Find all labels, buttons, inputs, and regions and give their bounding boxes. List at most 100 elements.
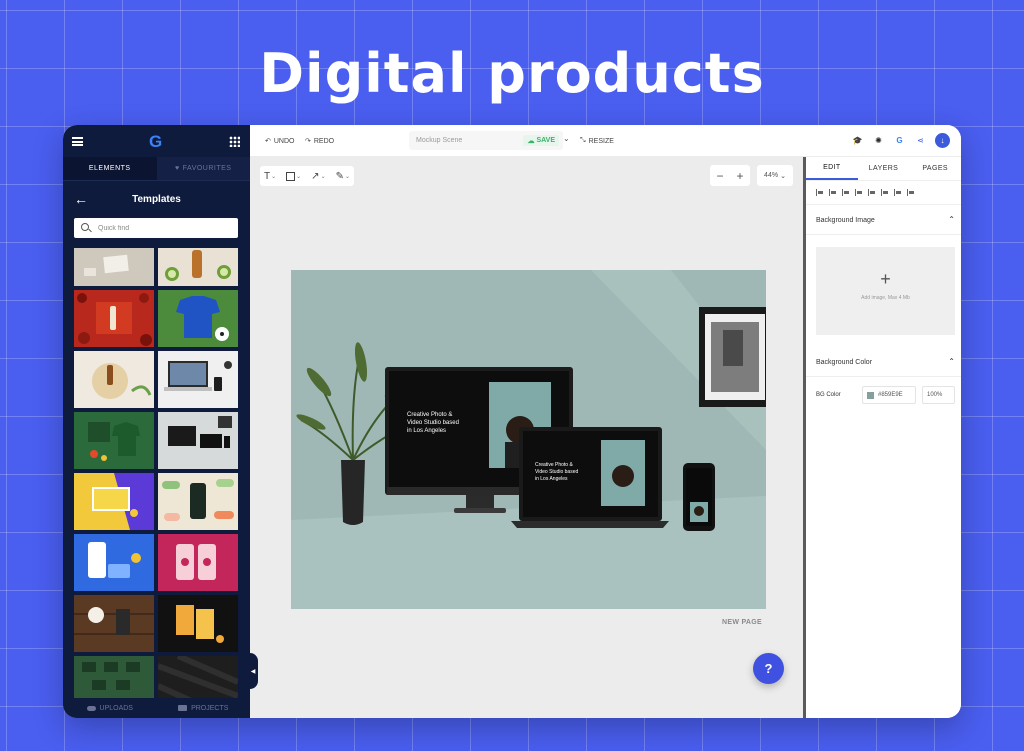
save-options-chevron-icon[interactable]: ⌄ bbox=[563, 134, 570, 143]
undo-label: UNDO bbox=[273, 137, 295, 145]
align-bottom-icon[interactable] bbox=[881, 189, 888, 196]
google-drive-icon[interactable]: G bbox=[893, 134, 906, 147]
monitor-headline-3: in Los Angeles bbox=[407, 428, 446, 434]
template-thumb[interactable] bbox=[74, 656, 154, 698]
template-thumb[interactable] bbox=[74, 248, 154, 286]
tab-edit[interactable]: EDIT bbox=[806, 157, 858, 180]
template-thumb[interactable] bbox=[158, 412, 238, 469]
redo-button[interactable]: ↷ REDO bbox=[305, 137, 335, 146]
template-thumb[interactable] bbox=[158, 351, 238, 408]
resize-button[interactable]: ⤡ RESIZE bbox=[580, 137, 614, 145]
collapse-left-panel-chevron-icon[interactable]: ◀ bbox=[248, 653, 258, 689]
search-icon bbox=[81, 223, 89, 231]
align-left-icon[interactable] bbox=[816, 189, 823, 196]
zoom-level-value: 44% bbox=[764, 172, 779, 179]
bg-color-input[interactable]: #859E9E bbox=[862, 386, 916, 404]
tab-uploads[interactable]: UPLOADS bbox=[63, 698, 157, 718]
share-icon[interactable]: ⋖ bbox=[914, 134, 927, 147]
text-tool-icon: T bbox=[264, 170, 271, 182]
tab-elements[interactable]: ELEMENTS bbox=[63, 157, 157, 180]
left-panel-top: G bbox=[63, 125, 250, 157]
bug-icon[interactable]: ✺ bbox=[872, 134, 885, 147]
scene-name-text: Mockup Scene bbox=[416, 137, 463, 144]
template-thumb[interactable] bbox=[74, 595, 154, 652]
search-input[interactable] bbox=[98, 218, 233, 238]
template-thumb[interactable] bbox=[74, 473, 154, 530]
chevron-down-icon: ⌄ bbox=[320, 173, 326, 180]
laptop-headline-3: in Los Angeles bbox=[535, 476, 568, 482]
left-panel-bottom-tabs: UPLOADS PROJECTS bbox=[63, 698, 250, 718]
right-panel: EDIT LAYERS PAGES Background Image ⌃ + A… bbox=[806, 157, 961, 718]
chevron-up-icon: ⌃ bbox=[948, 357, 955, 366]
shape-tool[interactable]: ⌄ bbox=[286, 171, 301, 181]
template-thumb[interactable] bbox=[158, 656, 238, 698]
redo-label: REDO bbox=[313, 137, 335, 145]
align-center-icon[interactable] bbox=[829, 189, 836, 196]
tab-favourites[interactable]: ♥ FAVOURITES bbox=[156, 157, 250, 180]
add-image-dropzone[interactable]: + Add image, Max 4 Mb bbox=[816, 247, 955, 335]
template-thumb[interactable] bbox=[74, 412, 154, 469]
tab-layers[interactable]: LAYERS bbox=[858, 157, 910, 180]
distribute-vertical-icon[interactable] bbox=[907, 189, 914, 196]
template-thumb[interactable] bbox=[158, 534, 238, 591]
alignment-toolbar bbox=[806, 181, 961, 205]
folder-icon bbox=[178, 705, 188, 711]
chevron-down-icon: ⌄ bbox=[344, 173, 351, 180]
tab-projects-label: PROJECTS bbox=[191, 704, 229, 712]
text-tool[interactable]: T ⌄ bbox=[264, 171, 276, 182]
align-middle-icon[interactable] bbox=[868, 189, 875, 196]
align-right-icon[interactable] bbox=[842, 189, 849, 196]
redo-icon: ↷ bbox=[305, 138, 311, 145]
artboard[interactable]: Creative Photo & Video Studio based in L… bbox=[291, 270, 766, 609]
align-top-icon[interactable] bbox=[855, 189, 862, 196]
app-logo[interactable]: G bbox=[149, 132, 162, 152]
cloud-upload-icon bbox=[86, 705, 96, 711]
undo-icon: ↶ bbox=[265, 138, 271, 145]
hero-title: Digital products bbox=[259, 42, 765, 105]
zoom-level-select[interactable]: 44% ⌄ bbox=[757, 165, 793, 186]
scene-name-field[interactable]: Mockup Scene ☁ SAVE bbox=[409, 131, 563, 150]
chevron-up-icon: ⌃ bbox=[948, 215, 955, 224]
monitor-headline: Creative Photo & bbox=[407, 412, 452, 418]
save-button[interactable]: ☁ SAVE bbox=[523, 135, 559, 146]
search-box[interactable] bbox=[74, 218, 238, 238]
template-thumb[interactable] bbox=[74, 534, 154, 591]
zoom-out-button[interactable]: − bbox=[716, 169, 723, 183]
canvas-area: T ⌄ ⌄ ↗ ⌄ ✎ ⌄ − + 44% ⌄ Creative Photo &… bbox=[250, 157, 803, 718]
arrow-tool[interactable]: ↗ ⌄ bbox=[311, 171, 325, 182]
heart-icon: ♥ bbox=[175, 165, 180, 172]
template-thumb[interactable] bbox=[158, 595, 238, 652]
user-avatar-icon[interactable]: ↓ bbox=[935, 133, 950, 148]
laptop-headline: Creative Photo & bbox=[535, 462, 573, 468]
background-image-section[interactable]: Background Image ⌃ bbox=[806, 205, 961, 235]
bg-opacity-input[interactable]: 100% bbox=[922, 386, 955, 404]
templates-title: Templates bbox=[132, 194, 181, 205]
left-panel: G ELEMENTS ♥ FAVOURITES ← Templates Quic… bbox=[63, 125, 250, 718]
new-page-button[interactable]: NEW PAGE bbox=[722, 619, 762, 626]
template-thumb[interactable] bbox=[74, 290, 154, 347]
hamburger-menu-icon[interactable] bbox=[72, 137, 83, 146]
bg-color-value: #859E9E bbox=[878, 392, 903, 398]
chevron-down-icon: ⌄ bbox=[780, 172, 786, 180]
pencil-icon: ✎ bbox=[335, 170, 344, 182]
help-button[interactable]: ? bbox=[753, 653, 784, 684]
pen-tool[interactable]: ✎ ⌄ bbox=[336, 171, 350, 182]
zoom-in-button[interactable]: + bbox=[736, 169, 743, 183]
tab-projects[interactable]: PROJECTS bbox=[157, 698, 251, 718]
add-image-hint: Add image, Max 4 Mb bbox=[861, 295, 910, 301]
background-color-section[interactable]: Background Color ⌃ bbox=[806, 347, 961, 377]
template-thumb[interactable] bbox=[158, 248, 238, 286]
template-thumb[interactable] bbox=[158, 473, 238, 530]
template-thumb[interactable] bbox=[158, 290, 238, 347]
tab-favourites-label: FAVOURITES bbox=[182, 165, 232, 172]
template-grid bbox=[74, 248, 239, 698]
apps-grid-icon[interactable] bbox=[229, 136, 240, 147]
distribute-icon[interactable] bbox=[894, 189, 901, 196]
color-swatch[interactable] bbox=[867, 391, 874, 399]
tab-pages[interactable]: PAGES bbox=[909, 157, 961, 180]
top-toolbar: ↶ UNDO ↷ REDO Mockup Scene ☁ SAVE ⌄ ⤡ RE… bbox=[250, 125, 961, 157]
monitor-headline-2: Video Studio based bbox=[407, 420, 459, 426]
graduation-cap-icon[interactable]: 🎓 bbox=[851, 134, 864, 147]
undo-button[interactable]: ↶ UNDO bbox=[265, 137, 295, 146]
template-thumb[interactable] bbox=[74, 351, 154, 408]
